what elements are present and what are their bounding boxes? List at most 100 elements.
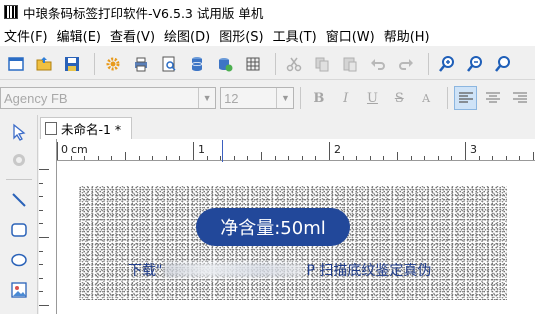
menu-view[interactable]: 查看(V) xyxy=(106,26,160,45)
save-icon[interactable] xyxy=(60,52,84,76)
tool-separator xyxy=(6,179,32,180)
vertical-ruler xyxy=(39,139,57,314)
align-center-button[interactable] xyxy=(481,86,504,110)
underline-button[interactable]: U xyxy=(361,86,384,110)
ruler-tick xyxy=(424,156,426,160)
ruler-tick xyxy=(165,156,167,160)
settings-icon[interactable] xyxy=(101,52,125,76)
ruler-label-0: 0 xyxy=(61,143,68,156)
rotate-tool[interactable] xyxy=(8,149,30,171)
menu-file[interactable]: 文件(F) xyxy=(0,26,53,45)
vertical-ruler-tick xyxy=(39,291,43,293)
ruler-tick xyxy=(383,156,385,160)
ruler-tick xyxy=(437,156,439,160)
paste-icon[interactable] xyxy=(338,52,362,76)
ruler-tick xyxy=(478,156,480,160)
toolbar-separator xyxy=(300,87,302,109)
vertical-ruler-tick xyxy=(39,250,43,252)
print-preview-icon[interactable] xyxy=(157,52,181,76)
menu-draw[interactable]: 绘图(D) xyxy=(160,26,215,45)
ruler-tick xyxy=(356,156,358,160)
ruler-tick xyxy=(465,142,466,160)
line-tool[interactable] xyxy=(8,189,30,211)
zoom-out-icon[interactable] xyxy=(463,52,487,76)
chevron-down-icon[interactable]: ▼ xyxy=(276,88,293,108)
font-size-select[interactable]: 12 ▼ xyxy=(220,87,295,109)
vertical-ruler-tick xyxy=(39,305,49,306)
app-barcode-icon xyxy=(4,5,18,19)
vertical-ruler-tick xyxy=(39,182,43,184)
vertical-ruler-tick xyxy=(39,264,43,266)
subscript-button[interactable]: A xyxy=(415,86,438,110)
ruler-tick xyxy=(179,156,181,160)
print-icon[interactable] xyxy=(129,52,153,76)
redo-icon[interactable] xyxy=(394,52,418,76)
document-tab[interactable]: 未命名-1 * xyxy=(40,117,132,139)
align-right-icon xyxy=(512,92,527,103)
font-name-value: Agency FB xyxy=(4,90,68,106)
ruler-label-2: 2 xyxy=(334,143,341,156)
verification-caption[interactable]: 下载" P 扫描底纹鉴定真伪 xyxy=(128,260,431,280)
caption-prefix: 下载" xyxy=(128,263,163,279)
strikethrough-button[interactable]: S xyxy=(388,86,411,110)
menu-help[interactable]: 帮助(H) xyxy=(380,26,435,45)
menu-bar: 文件(F) 编辑(E) 查看(V) 绘图(D) 图形(S) 工具(T) 窗口(W… xyxy=(0,24,535,46)
drawing-tools-panel xyxy=(0,115,38,314)
net-content-badge[interactable]: 净含量:50ml xyxy=(196,208,350,246)
ruler-tick xyxy=(233,156,235,160)
caption-suffix: P 扫描底纹鉴定真伪 xyxy=(306,263,432,279)
new-icon[interactable] xyxy=(4,52,28,76)
image-icon xyxy=(11,282,27,298)
rounded-rectangle-icon xyxy=(11,223,27,237)
select-pointer-tool[interactable] xyxy=(8,121,30,143)
image-tool[interactable] xyxy=(8,279,30,301)
font-name-select[interactable]: Agency FB ▼ xyxy=(0,87,217,109)
ruler-tick xyxy=(84,156,86,160)
italic-button[interactable]: I xyxy=(334,86,357,110)
main-toolbar xyxy=(0,48,535,80)
cut-icon[interactable] xyxy=(282,52,306,76)
chevron-down-icon[interactable]: ▼ xyxy=(198,88,215,108)
copy-icon[interactable] xyxy=(310,52,334,76)
grid-icon[interactable] xyxy=(241,52,265,76)
database-settings-icon[interactable] xyxy=(213,52,237,76)
database-icon[interactable] xyxy=(185,52,209,76)
bold-button[interactable]: B xyxy=(307,86,330,110)
align-left-icon xyxy=(458,92,473,103)
align-left-button[interactable] xyxy=(454,86,478,110)
ruler-tick xyxy=(288,156,290,160)
vertical-ruler-tick xyxy=(39,196,43,198)
net-content-text: 净含量:50ml xyxy=(220,218,326,239)
ruler-tick xyxy=(342,156,344,160)
vertical-ruler-tick xyxy=(39,237,49,238)
open-icon[interactable] xyxy=(32,52,56,76)
ruler-tick xyxy=(397,152,398,160)
menu-tools[interactable]: 工具(T) xyxy=(269,26,322,45)
vertical-ruler-tick xyxy=(39,223,43,225)
ruler-tick xyxy=(274,156,276,160)
window-title: 中琅条码标签打印软件-V6.5.3 试用版 单机 xyxy=(23,5,264,21)
ruler-position-marker xyxy=(222,140,223,162)
ruler-tick xyxy=(111,156,113,160)
toolbar-separator xyxy=(275,52,276,75)
toolbar-separator xyxy=(447,87,449,109)
menu-window[interactable]: 窗口(W) xyxy=(322,26,380,45)
ruler-tick xyxy=(301,156,303,160)
ruler-tick xyxy=(451,156,453,160)
ruler-tick xyxy=(247,156,249,160)
vertical-ruler-tick xyxy=(39,209,43,211)
ellipse-icon xyxy=(11,253,27,267)
ellipse-tool[interactable] xyxy=(8,249,30,271)
align-right-button[interactable] xyxy=(508,86,531,110)
menu-edit[interactable]: 编辑(E) xyxy=(53,26,106,45)
zoom-in-icon[interactable] xyxy=(435,52,459,76)
pointer-icon xyxy=(13,123,26,141)
zoom-fit-icon[interactable] xyxy=(491,52,515,76)
line-icon xyxy=(12,193,26,207)
rectangle-tool[interactable] xyxy=(8,219,30,241)
ruler-tick xyxy=(97,156,99,160)
undo-icon[interactable] xyxy=(366,52,390,76)
menu-shape[interactable]: 图形(S) xyxy=(215,26,268,45)
ruler-tick xyxy=(261,152,262,160)
ruler-label-3: 3 xyxy=(470,143,477,156)
